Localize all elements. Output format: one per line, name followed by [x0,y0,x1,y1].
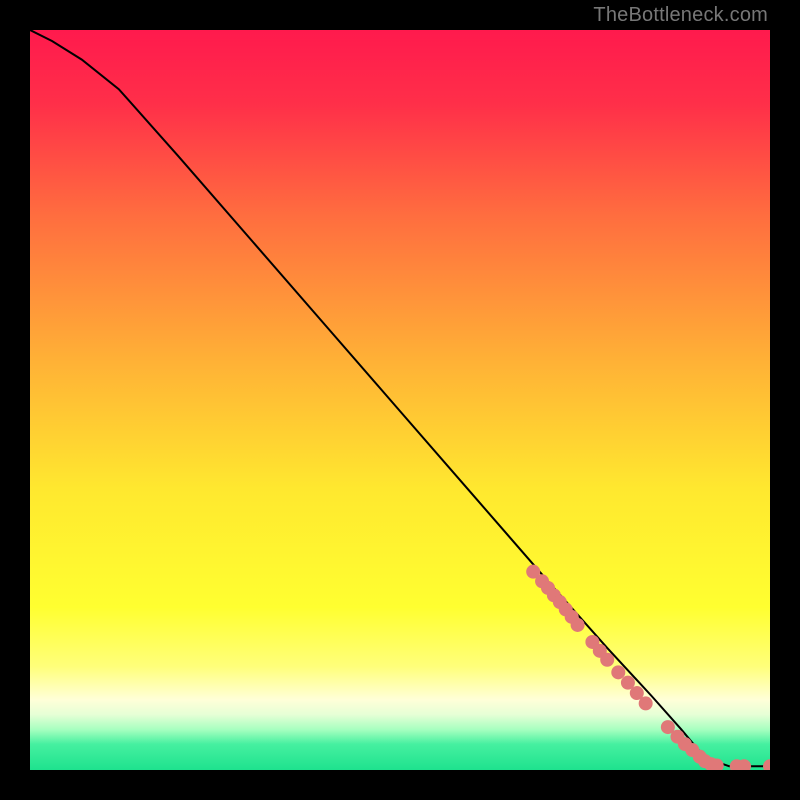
curve-line [30,30,770,766]
data-marker [611,665,625,679]
data-marker [763,759,770,770]
data-marker [639,696,653,710]
data-marker [600,653,614,667]
data-marker [571,618,585,632]
watermark-text: TheBottleneck.com [593,4,768,27]
chart-overlay [30,30,770,770]
chart-frame: TheBottleneck.com [0,0,800,800]
plot-area [30,30,770,770]
marker-group [526,565,770,770]
